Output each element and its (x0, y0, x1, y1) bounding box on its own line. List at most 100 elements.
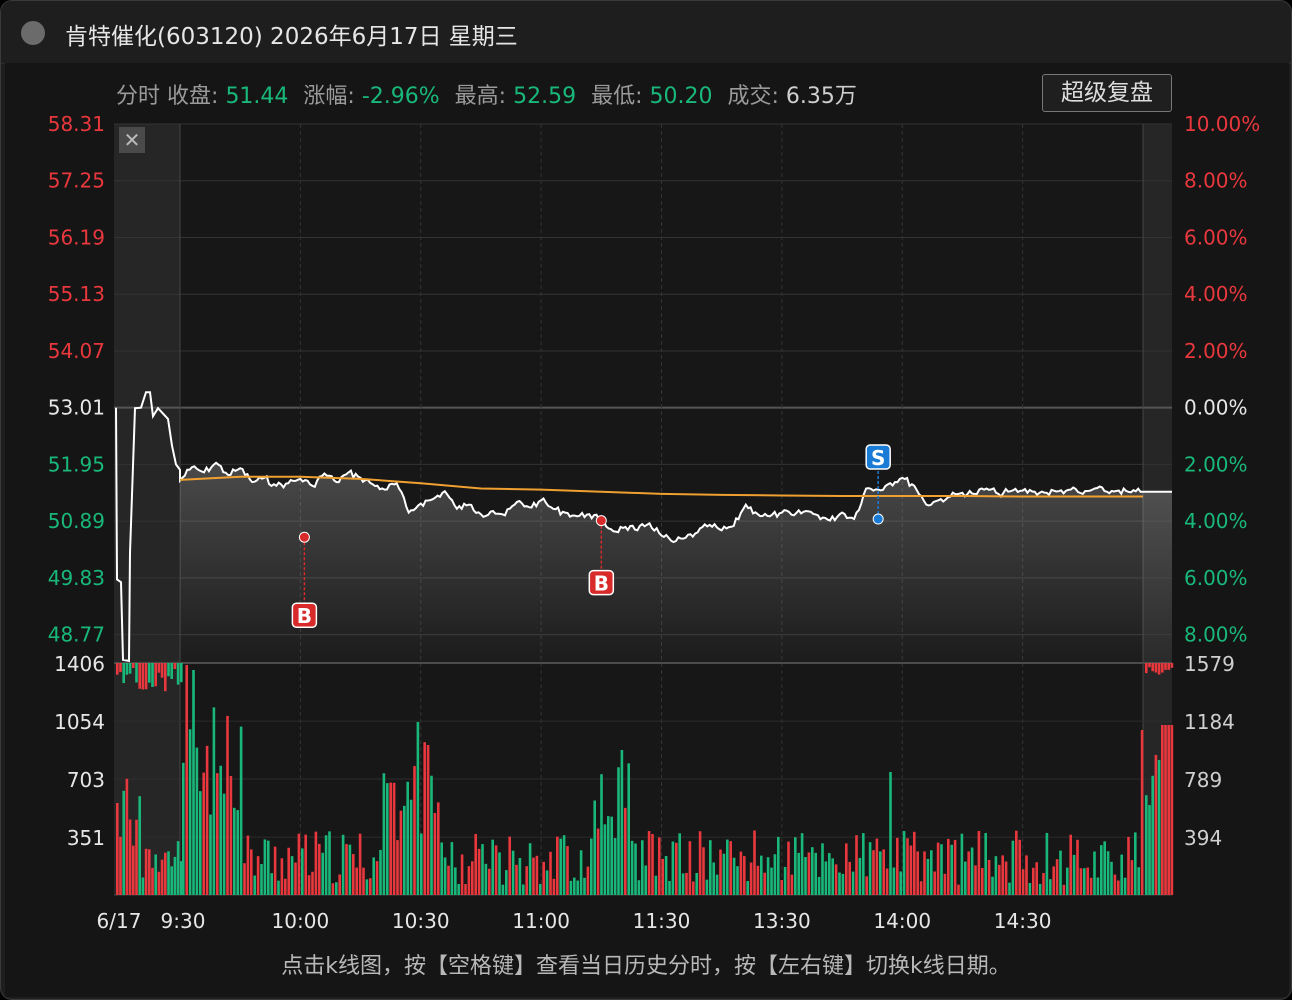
volume-bar (1008, 882, 1011, 895)
volume-bar (943, 873, 947, 895)
volume-bar (229, 775, 233, 895)
volume-bar (634, 843, 637, 895)
change-value: -2.96% (361, 84, 440, 109)
volume-bar (141, 877, 145, 895)
pre-volume-tick (151, 663, 154, 687)
volume-bar (389, 782, 392, 895)
buy-marker-label: B (297, 604, 312, 628)
volume-bar (637, 880, 641, 895)
percent-axis-label: 8.00% (1184, 169, 1248, 193)
volume-bar (981, 867, 984, 895)
volume-bar (1015, 830, 1018, 895)
volume-bar (318, 843, 321, 895)
volume-bar (1076, 839, 1079, 895)
volume-bar (1096, 877, 1100, 895)
volume-bar (940, 844, 943, 895)
volume-bar (260, 864, 263, 895)
volume-bar (1028, 882, 1032, 895)
pre-volume-tick (144, 663, 148, 690)
volume-bar (484, 863, 488, 895)
volume-bar (620, 750, 624, 895)
pre-volume-tick (154, 663, 157, 687)
volume-bar (290, 856, 294, 895)
pre-volume-tick (180, 663, 183, 683)
volume-bar (644, 865, 647, 895)
volume-bar (729, 841, 732, 895)
time-axis-label: 13:30 (753, 909, 811, 933)
volume-bar (770, 867, 773, 895)
price-axis-label: 55.13 (48, 282, 105, 306)
volume-bar (875, 838, 879, 895)
volume-bar (1032, 867, 1035, 895)
volume-bar (477, 848, 481, 895)
volume-bar (239, 726, 243, 895)
volume-bar (365, 879, 369, 895)
volume-bar (855, 835, 858, 895)
volume-bar (226, 715, 229, 895)
super-replay-button[interactable]: 超级复盘 (1042, 74, 1172, 112)
pre-volume-tick (157, 663, 161, 673)
pre-volume-tick (138, 663, 141, 689)
time-axis-label: 10:30 (392, 909, 450, 933)
volume-bar (950, 844, 953, 895)
volume-bar (157, 871, 161, 895)
volume-bar (467, 866, 471, 895)
volume-bar (1123, 877, 1127, 895)
volume-bar (128, 819, 132, 895)
percent-axis-label: 2.00% (1184, 339, 1248, 363)
marker-dot (872, 513, 884, 525)
volume-bar (1148, 805, 1151, 895)
volume-bar (692, 881, 695, 895)
volume-bar (607, 816, 610, 895)
volume-bar (834, 864, 838, 895)
volume-bar (1134, 832, 1137, 895)
volume-bar (185, 665, 188, 895)
volume-bar (933, 871, 936, 895)
volume-bar (498, 852, 501, 895)
volume-bar (773, 854, 777, 895)
volume-bar (535, 855, 539, 895)
volume-bar (474, 833, 477, 895)
intraday-chart[interactable]: 58.31 10.00% 57.25 8.00% 56.19 6.00% 55.13 4.00… (0, 0, 1292, 1000)
change-label: 涨幅: (303, 84, 355, 109)
volume-bar (396, 840, 399, 895)
volume-bar (780, 880, 783, 895)
low-value: 50.20 (649, 84, 713, 109)
pre-volume-tick (119, 663, 122, 673)
post-volume-tick (1170, 663, 1174, 668)
volume-bar (164, 852, 167, 895)
volume-bar (345, 844, 348, 895)
volume-bar (1018, 839, 1021, 895)
volume-bar (695, 872, 698, 895)
volume-bar (216, 773, 219, 895)
volume-bar (314, 831, 318, 895)
volume-bar (838, 872, 841, 895)
volume-bar (569, 880, 573, 895)
volume-bar (811, 847, 814, 895)
volume-bar (222, 793, 226, 895)
volume-bar (885, 868, 889, 895)
volume-bar (1120, 854, 1123, 895)
volume-bar (154, 854, 157, 895)
volume-bar (1110, 861, 1113, 895)
volume-bar (416, 722, 420, 895)
volume-bar (199, 791, 202, 895)
volume-bar (661, 858, 664, 895)
volume-bar (392, 782, 396, 895)
volume-bar (542, 861, 545, 895)
volume-axis-label-right: 789 (1184, 768, 1222, 792)
volume-bar (746, 881, 749, 895)
volume-bar (1045, 832, 1049, 895)
volume-bar (566, 846, 569, 895)
volume-bar (440, 842, 443, 895)
volume-bar (685, 872, 688, 895)
price-axis-label: 58.31 (48, 112, 105, 136)
volume-bar (173, 856, 177, 895)
volume-value: 6.35万 (785, 84, 857, 109)
volume-bar (135, 819, 138, 895)
volume-bar (267, 840, 270, 895)
volume-bar (845, 843, 848, 895)
volume-bar (447, 865, 450, 895)
time-axis-label: 11:00 (512, 909, 570, 933)
close-icon[interactable]: ✕ (119, 127, 145, 153)
